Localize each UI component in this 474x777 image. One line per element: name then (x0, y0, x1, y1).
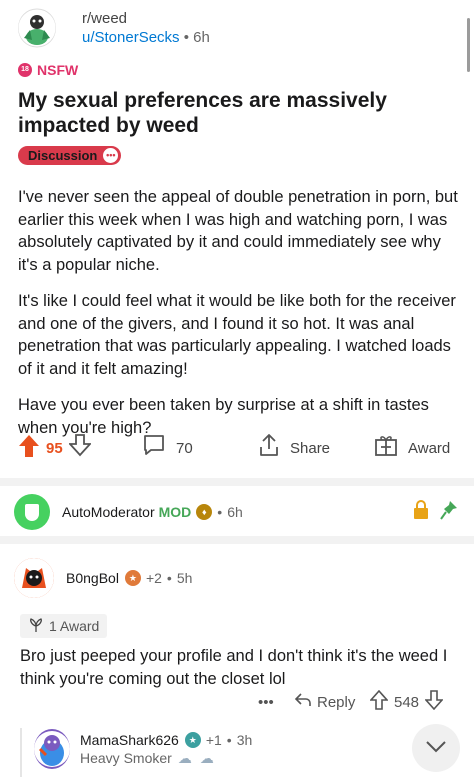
post-paragraph: I've never seen the appeal of double pen… (18, 188, 458, 274)
mamashark-meta: MamaShark626 ★ +1 • 3h Heavy Smoker ☁ ☁ (80, 731, 253, 767)
plant-award-icon (28, 617, 44, 636)
author-row: u/StonerSecks • 6h (82, 28, 210, 47)
mamashark-name-row: MamaShark626 ★ +1 • 3h (80, 731, 253, 748)
user-avatar-icon[interactable] (34, 729, 70, 769)
nsfw-18-icon: 18 (18, 63, 32, 77)
post-title: My sexual preferences are massively impa… (18, 89, 387, 137)
post-age: 6h (193, 29, 210, 46)
shield-icon (25, 503, 39, 521)
comment-vote-count: 548 (394, 693, 420, 711)
nsfw-tag: 18 NSFW (18, 62, 78, 78)
comment-header-automod: AutoModerator MOD ♦ • 6h (14, 494, 243, 530)
section-divider (0, 536, 474, 544)
user-avatar-icon[interactable] (14, 558, 54, 598)
chevron-down-icon (425, 737, 447, 760)
automod-avatar-icon[interactable] (14, 494, 50, 530)
chat-bubble-icon: ••• (103, 148, 119, 163)
downvote-icon[interactable] (424, 690, 444, 714)
downvote-icon[interactable] (67, 433, 92, 463)
comment-header-mamashark: MamaShark626 ★ +1 • 3h Heavy Smoker ☁ ☁ (34, 729, 252, 769)
award-ribbon-icon: ★ (184, 731, 201, 748)
cloud-icon: ☁ (199, 749, 214, 766)
award-button[interactable]: Award (374, 428, 450, 468)
collapse-button[interactable] (412, 724, 460, 772)
comment-age: 3h (236, 731, 253, 748)
comment-more-button[interactable]: ••• (258, 690, 274, 714)
separator-dot: • (166, 570, 172, 586)
share-icon (258, 433, 280, 463)
separator-dot: • (217, 504, 223, 520)
comment-body: Bro just peeped your profile and I don't… (20, 647, 448, 688)
award-ribbon-icon: ★ (124, 570, 141, 586)
nsfw-label: NSFW (37, 62, 79, 78)
comment-bubble-icon (142, 434, 166, 462)
thread-line[interactable] (20, 728, 22, 777)
reply-label: Reply (317, 693, 356, 711)
subreddit-avatar-icon[interactable] (18, 8, 56, 48)
comment-header-bongbol: B0ngBol ★ +2 • 5h (14, 558, 192, 598)
mod-tag: MOD (158, 504, 192, 520)
comments-button[interactable]: 70 (142, 428, 193, 468)
post-action-bar: 95 70 Share Award (0, 428, 474, 468)
share-button[interactable]: Share (258, 428, 330, 468)
vote-count: 95 (46, 439, 63, 457)
reply-arrow-icon (294, 692, 312, 712)
upvote-icon[interactable] (18, 434, 40, 463)
comment-username[interactable]: AutoModerator (62, 504, 155, 520)
subreddit-name[interactable]: r/weed (82, 9, 210, 28)
award-label: Award (408, 439, 451, 457)
post-header: r/weed u/StonerSecks • 6h (18, 6, 210, 50)
post-meta: r/weed u/StonerSecks • 6h (82, 9, 210, 47)
more-options-icon: ••• (258, 693, 274, 711)
post-paragraph: It's like I could feel what it would be … (18, 292, 456, 378)
pin-icon (440, 500, 458, 525)
comment-username[interactable]: B0ngBol (66, 570, 119, 586)
award-count: +1 (205, 731, 222, 748)
separator-dot: • (183, 29, 194, 46)
lock-icon (412, 500, 430, 525)
gift-icon (374, 434, 398, 462)
comment-age: 6h (227, 504, 243, 520)
post-author[interactable]: u/StonerSecks (82, 29, 180, 46)
vote-group: 95 (18, 428, 92, 468)
award-box[interactable]: 1 Award (20, 614, 108, 638)
comment-age: 5h (176, 570, 193, 586)
upvote-icon[interactable] (369, 689, 389, 714)
comment-username[interactable]: MamaShark626 (80, 732, 179, 748)
user-flair-text: Heavy Smoker (80, 750, 172, 766)
flair-label: Discussion (28, 148, 98, 163)
post-flair[interactable]: Discussion ••• (18, 146, 122, 165)
comment-count: 70 (176, 439, 193, 457)
cloud-icon: ☁ (177, 749, 192, 766)
reply-button[interactable]: Reply (294, 690, 355, 714)
mod-badge-icon: ♦ (196, 504, 213, 520)
separator-dot: • (226, 731, 232, 748)
share-label: Share (290, 439, 331, 457)
section-divider (0, 478, 474, 486)
comment-vote-group: 548 (369, 689, 444, 714)
user-flair: Heavy Smoker ☁ ☁ (80, 750, 252, 767)
award-count: +2 (145, 570, 162, 586)
award-text: 1 Award (49, 618, 100, 634)
post-body: I've never seen the appeal of double pen… (18, 186, 458, 453)
scrollbar[interactable] (467, 18, 470, 72)
